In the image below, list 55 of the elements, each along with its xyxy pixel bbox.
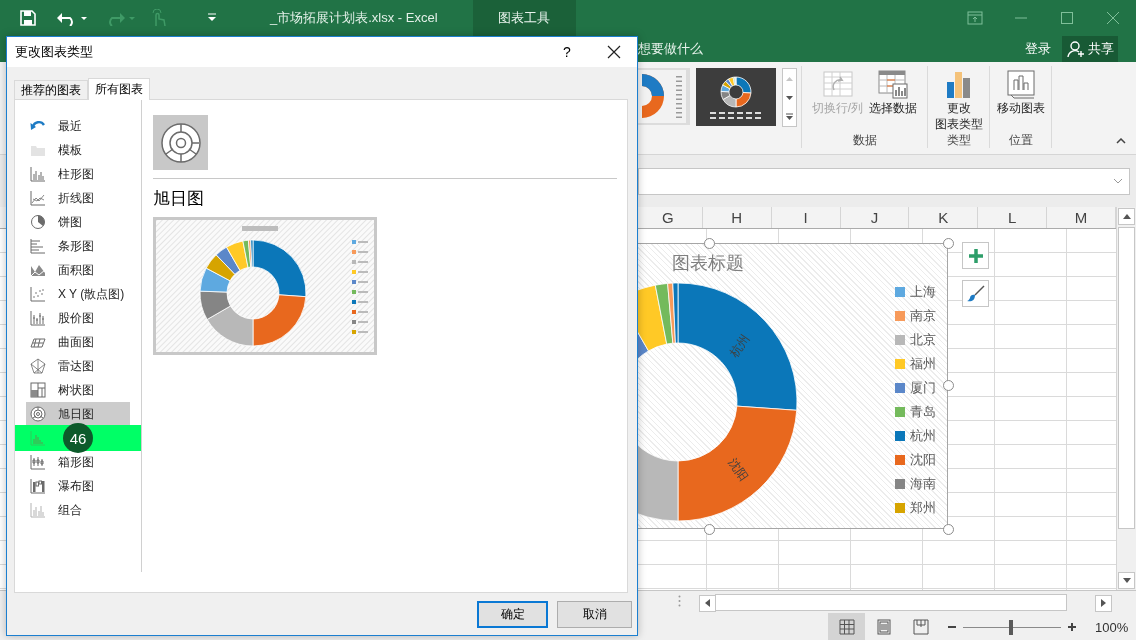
sign-in-link[interactable]: 登录	[1025, 40, 1051, 58]
dialog-tab[interactable]: 推荐的图表	[14, 80, 88, 99]
ribbon-button[interactable]: 选择数据	[867, 66, 920, 132]
chart-type-item[interactable]: 组合	[26, 498, 130, 522]
group-label: 类型	[945, 132, 972, 148]
group-label: 数据	[851, 132, 878, 148]
chart-type-item[interactable]: 柱形图	[26, 162, 130, 186]
legend-label: 厦门	[910, 379, 936, 397]
legend-label: 南京	[910, 307, 936, 325]
legend-label: 青岛	[910, 403, 936, 421]
chart-type-item[interactable]: 饼图	[26, 210, 130, 234]
chart-type-item[interactable]: 雷达图	[26, 354, 130, 378]
column-header[interactable]: H	[702, 207, 772, 228]
dialog-button[interactable]: 取消	[557, 600, 632, 628]
legend-label: 福州	[910, 355, 936, 373]
ribbon-button[interactable]: 更改 图表类型	[932, 66, 985, 132]
column-header[interactable]: K	[909, 207, 979, 228]
chart-type-item[interactable]: X Y (散点图)	[26, 282, 130, 306]
chart-type-item[interactable]: 最近	[26, 114, 130, 138]
chart-type-item[interactable]: 树状图	[26, 378, 130, 402]
highlight-bar[interactable]: 46	[15, 425, 141, 451]
column-header[interactable]: L	[978, 207, 1048, 228]
step-badge: 46	[63, 423, 93, 453]
window-title: _市场拓展计划表.xlsx - Excel	[270, 9, 438, 27]
chart-type-item[interactable]: 箱形图	[26, 450, 130, 474]
column-header[interactable]: I	[771, 207, 841, 228]
dialog-tab[interactable]: 所有图表	[88, 78, 150, 100]
help-button[interactable]: ?	[557, 44, 577, 60]
legend-label: 海南	[910, 475, 936, 493]
dialog-button[interactable]: 确定	[477, 600, 548, 628]
chart-type-item[interactable]: 模板	[26, 138, 130, 162]
slice-label: 杭州	[727, 331, 753, 360]
legend-label: 上海	[910, 283, 936, 301]
chart-type-item[interactable]: 折线图	[26, 186, 130, 210]
search-hint[interactable]: 想要做什么	[638, 40, 703, 58]
dialog-title: 更改图表类型	[15, 43, 93, 61]
share-button[interactable]: 共享	[1062, 36, 1118, 62]
chart-type-item[interactable]: 旭日图	[26, 402, 130, 426]
column-header[interactable]: J	[840, 207, 910, 228]
chart-title[interactable]: 图表标题	[672, 251, 744, 275]
zoom-level[interactable]: 100%	[1095, 619, 1129, 635]
legend-label: 沈阳	[910, 451, 936, 469]
chart-type-item[interactable]: 瀑布图	[26, 474, 130, 498]
chart-type-heading: 旭日图	[153, 188, 204, 210]
context-tab[interactable]: 图表工具	[472, 0, 576, 36]
chart-type-item[interactable]: 面积图	[26, 258, 130, 282]
chart-type-item[interactable]: 曲面图	[26, 330, 130, 354]
group-label: 位置	[1007, 132, 1034, 148]
legend-label: 北京	[910, 331, 936, 349]
chart-type-item[interactable]: 股价图	[26, 306, 130, 330]
ribbon-button[interactable]: 移动图表	[994, 66, 1047, 132]
slice-label: 沈阳	[725, 455, 751, 484]
legend-label: 郑州	[910, 499, 936, 517]
legend-label: 杭州	[910, 427, 936, 445]
chart-type-item[interactable]: 条形图	[26, 234, 130, 258]
